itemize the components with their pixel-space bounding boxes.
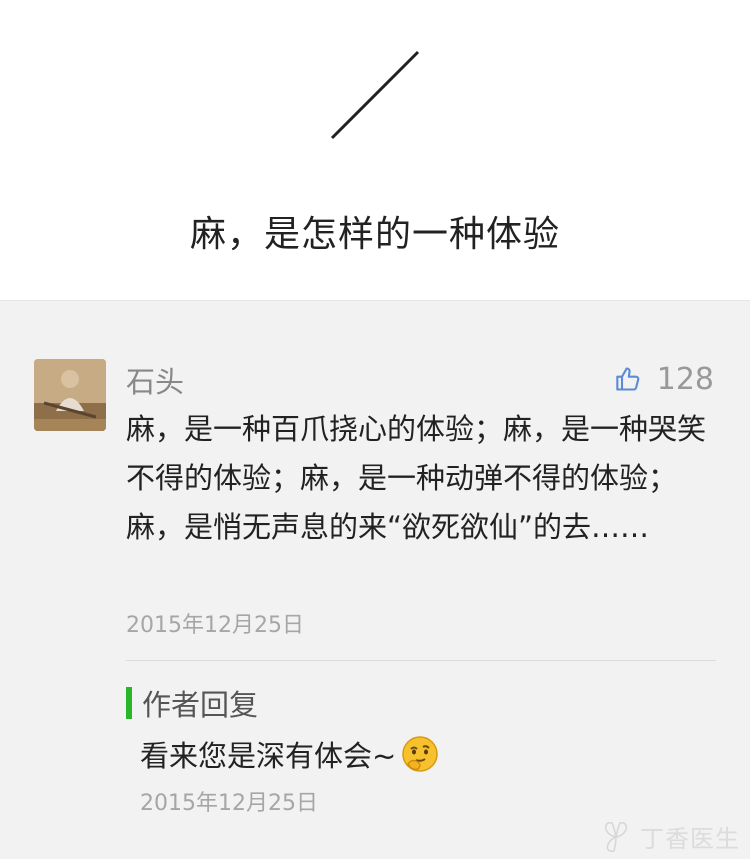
comment-author[interactable]: 石头 [126,359,184,401]
reply-accent-bar [126,687,132,719]
reply-content: 看来您是深有体会~ [140,731,440,777]
like-count: 128 [656,361,714,397]
reply-text: 看来您是深有体会~ [140,739,397,773]
comment-text: 麻，是一种百爪挠心的体验；麻，是一种哭笑不得的体验；麻，是一种动弹不得的体验；麻… [126,412,707,544]
page-title: 麻，是怎样的一种体验 [189,214,560,255]
like-button[interactable]: 128 [615,359,714,399]
slash-divider-icon [330,50,420,140]
flower-logo-icon [604,822,628,852]
divider [126,660,716,661]
thumbs-up-icon [616,367,640,391]
article-header: 麻，是怎样的一种体验 [0,0,750,300]
reply-label: 作者回复 [142,688,259,722]
avatar[interactable] [34,359,106,431]
watermark: 丁香医生 [596,817,740,855]
comment-panel: 石头 128 麻，是一种百爪挠心的体验；麻，是一种哭笑不得的体验；麻，是一种动弹… [0,300,750,859]
thinking-face-emoji [402,736,439,772]
reply-header: 作者回复 [126,685,259,722]
watermark-text: 丁香医生 [640,824,740,853]
reply-date: 2015年12月25日 [140,791,318,816]
comment-date: 2015年12月25日 [126,613,304,638]
